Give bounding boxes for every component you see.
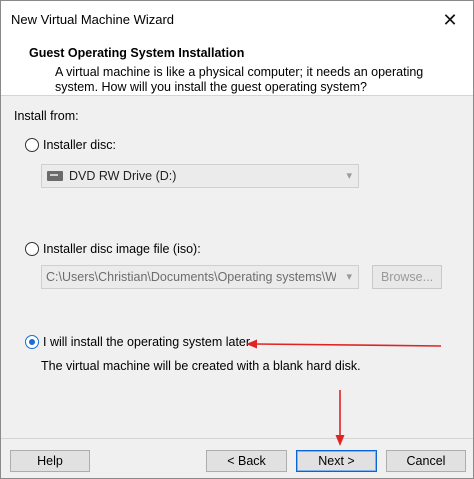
chevron-down-icon: ▾ <box>346 170 352 182</box>
title-bar: New Virtual Machine Wizard ✕ <box>1 1 473 39</box>
radio-install-later[interactable]: I will install the operating system late… <box>25 335 250 349</box>
wizard-window: New Virtual Machine Wizard ✕ Guest Opera… <box>0 0 474 479</box>
radio-button-later[interactable] <box>25 335 39 349</box>
radio-label-later: I will install the operating system late… <box>43 335 251 349</box>
back-button[interactable]: < Back <box>206 450 287 472</box>
radio-iso-file[interactable]: Installer disc image file (iso): <box>25 242 201 256</box>
page-title: Guest Operating System Installation <box>29 46 245 60</box>
radio-label-disc: Installer disc: <box>43 138 116 152</box>
footer-divider <box>1 438 473 439</box>
page-description: A virtual machine is like a physical com… <box>55 65 424 94</box>
next-button[interactable]: Next > <box>296 450 377 472</box>
window-title: New Virtual Machine Wizard <box>11 12 175 27</box>
arrow-to-install-later <box>246 339 442 349</box>
help-button[interactable]: Help <box>10 450 90 472</box>
iso-path-value: C:\Users\Christian\Documents\Operating s… <box>46 270 336 284</box>
iso-path-input[interactable]: C:\Users\Christian\Documents\Operating s… <box>41 265 359 289</box>
browse-button[interactable]: Browse... <box>372 265 442 289</box>
radio-label-iso: Installer disc image file (iso): <box>43 242 201 256</box>
radio-installer-disc[interactable]: Installer disc: <box>25 138 116 152</box>
install-from-label: Install from: <box>14 109 79 123</box>
radio-button-iso[interactable] <box>25 242 39 256</box>
disc-drive-value: DVD RW Drive (D:) <box>69 169 177 183</box>
header-banner: Guest Operating System Installation A vi… <box>1 39 473 96</box>
cancel-button[interactable]: Cancel <box>386 450 466 472</box>
disc-drive-select[interactable]: DVD RW Drive (D:) ▾ <box>41 164 359 188</box>
radio-button-disc[interactable] <box>25 138 39 152</box>
chevron-down-icon: ▾ <box>346 271 352 283</box>
close-icon[interactable]: ✕ <box>427 1 473 39</box>
later-note: The virtual machine will be created with… <box>41 359 361 373</box>
drive-icon <box>47 171 63 181</box>
